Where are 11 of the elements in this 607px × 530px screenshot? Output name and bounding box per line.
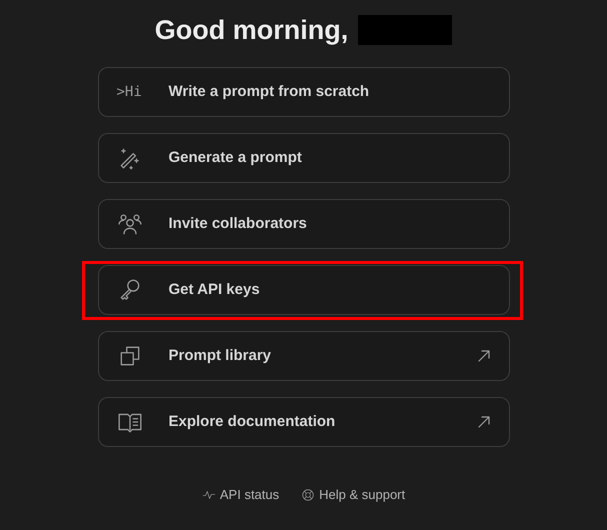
action-card[interactable]: Explore documentation — [98, 397, 510, 447]
footer-link[interactable]: Help & support — [301, 485, 406, 504]
footer-link[interactable]: API status — [202, 485, 280, 504]
action-card[interactable]: >Hi Write a prompt from scratch — [98, 67, 510, 117]
action-card[interactable]: Generate a prompt — [98, 133, 510, 183]
prompt-glyph: >Hi — [116, 82, 142, 102]
action-card[interactable]: Get API keys — [98, 265, 510, 315]
greeting-heading: Good morning, — [154, 14, 348, 47]
action-card[interactable]: Prompt library — [98, 331, 510, 381]
action-card[interactable]: Invite collaborators — [98, 199, 510, 249]
lifebuoy-icon — [301, 488, 316, 502]
